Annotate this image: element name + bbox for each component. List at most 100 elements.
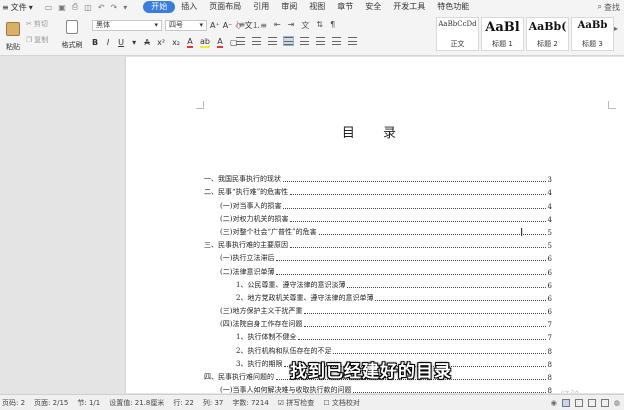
- status-page-no: 页码: 2: [2, 398, 26, 407]
- chevron-down-icon[interactable]: ▾: [131, 38, 137, 47]
- borders-icon[interactable]: [348, 37, 357, 45]
- tab-insert[interactable]: 插入: [175, 1, 203, 13]
- toc-entry[interactable]: (二)对权力机关的损害 4: [204, 211, 552, 224]
- style-heading-3[interactable]: AaBb 标题 3: [571, 17, 614, 51]
- font-color-icon[interactable]: A: [187, 37, 194, 48]
- subscript-icon[interactable]: x₂: [172, 38, 180, 47]
- outline-view-icon[interactable]: [574, 398, 583, 407]
- format-painter-label: 格式刷: [61, 41, 83, 49]
- font-size-select[interactable]: 四号 ▾: [165, 20, 207, 31]
- tab-view[interactable]: 视图: [303, 1, 331, 13]
- distributed-icon[interactable]: [300, 37, 309, 45]
- tab-developer[interactable]: 开发工具: [387, 1, 431, 13]
- toc-entry[interactable]: (三)地方保护主义干扰严重 6: [204, 303, 552, 316]
- tab-page-layout[interactable]: 页面布局: [203, 1, 247, 13]
- text-color-icon[interactable]: A: [217, 37, 223, 48]
- toc-entry[interactable]: 二、民事“执行难”的危害性 4: [204, 184, 552, 197]
- tab-start[interactable]: 开始: [143, 1, 176, 13]
- style-normal[interactable]: AaBbCcDd 正文: [436, 17, 479, 51]
- font-size-value: 四号: [169, 21, 183, 29]
- superscript-icon[interactable]: x²: [157, 38, 165, 47]
- toc-entry[interactable]: (二)法律意识单薄 6: [204, 263, 552, 277]
- show-marks-icon[interactable]: ¶: [330, 20, 335, 31]
- status-pages: 页面: 2/15: [34, 398, 69, 407]
- tab-review[interactable]: 审阅: [275, 1, 303, 13]
- toc-entry[interactable]: (一)对当事人的损害 4: [204, 197, 552, 211]
- toc-entry[interactable]: (一)当事人如何解决难与收取执行款的问题 8: [204, 382, 552, 393]
- tab-references[interactable]: 引用: [247, 1, 275, 13]
- preview-icon[interactable]: ◫: [84, 3, 92, 12]
- align-center-icon[interactable]: [252, 37, 261, 45]
- tab-features[interactable]: 特色功能: [431, 1, 475, 13]
- style-heading-1[interactable]: AaBl 标题 1: [481, 17, 524, 51]
- numbering-icon[interactable]: ⒈≡: [252, 20, 267, 31]
- align-left-icon[interactable]: [236, 37, 245, 45]
- toc-entry[interactable]: (四)法院自身工作存在问题 7: [204, 316, 552, 329]
- toc-leader-dots: [304, 326, 546, 328]
- decrease-indent-icon[interactable]: ⇤: [274, 20, 281, 31]
- save-icon[interactable]: ▣: [58, 3, 66, 12]
- toc-leader-dots: [333, 352, 546, 354]
- spell-check-label: 拼写检查: [286, 398, 315, 407]
- status-row: 行: 22: [173, 398, 194, 407]
- redo-icon[interactable]: ↷: [111, 3, 118, 12]
- spell-check-button[interactable]: ☑ 拼写检查: [278, 398, 315, 408]
- eye-icon[interactable]: ◉: [551, 399, 557, 407]
- sort-icon[interactable]: ⇅: [316, 20, 323, 31]
- line-spacing-icon[interactable]: [316, 37, 325, 45]
- style-heading-2[interactable]: AaBb( 标题 2: [526, 17, 569, 51]
- underline-icon[interactable]: U: [118, 38, 124, 47]
- page-view-icon[interactable]: [561, 398, 570, 407]
- toc-entry-text: 1、公民尊重、遵守法律的意识淡薄: [236, 280, 346, 289]
- tab-security[interactable]: 安全: [359, 1, 387, 13]
- quick-access-toolbar: ▭ ▣ ⎙ ◫ ↶ ↷ ▾: [39, 2, 134, 12]
- bullets-icon[interactable]: ⁝≡: [236, 20, 245, 31]
- italic-icon[interactable]: I: [105, 38, 111, 47]
- globe-icon[interactable]: ◍: [614, 399, 620, 407]
- toc-entry[interactable]: 1、执行体制不健全 7: [204, 329, 552, 342]
- chevron-down-icon: ▾: [154, 21, 158, 29]
- undo-icon[interactable]: ↶: [98, 3, 105, 12]
- file-menu[interactable]: ≡ 文件 ▾: [0, 2, 39, 13]
- shrink-font-icon[interactable]: A⁻: [223, 21, 233, 30]
- toc-entry[interactable]: 2、地方党政机关尊重、遵守法律的意识单薄 6: [204, 290, 552, 303]
- copy-icon: ❐: [26, 36, 33, 44]
- toc-entry[interactable]: 一、我国民事执行的现状 3: [204, 171, 552, 184]
- reading-view-icon[interactable]: [600, 398, 609, 407]
- paste-button[interactable]: 粘贴: [0, 18, 26, 52]
- shading-icon[interactable]: [332, 37, 341, 45]
- justify-icon[interactable]: [283, 36, 294, 46]
- chevron-down-icon[interactable]: ▾: [123, 3, 127, 12]
- bold-icon[interactable]: B: [92, 38, 98, 47]
- toc-entry[interactable]: 2、执行机构和队伍存在的不足 8: [204, 342, 552, 356]
- format-painter-button[interactable]: 格式刷: [58, 18, 86, 50]
- tab-section[interactable]: 章节: [331, 1, 359, 13]
- new-doc-icon[interactable]: ▭: [45, 3, 53, 12]
- doc-proof-button[interactable]: ☐ 文档校对: [323, 398, 360, 408]
- increase-indent-icon[interactable]: ⇥: [288, 20, 295, 31]
- status-section: 节: 1/1: [77, 398, 101, 407]
- toc-leader-dots: [290, 220, 546, 222]
- strikethrough-icon[interactable]: A: [144, 38, 150, 47]
- font-name-select[interactable]: 黑体 ▾: [92, 20, 162, 31]
- document-page[interactable]: 目 录 一、我国民事执行的现状 3 二、民事“执行难”的危害性 4 (一)对当事人的损害…: [126, 57, 624, 393]
- toc-entry[interactable]: (一)执行立法滞后 6: [204, 250, 552, 263]
- grow-font-icon[interactable]: A⁺: [210, 21, 220, 30]
- search-button[interactable]: ⌕ 查找: [598, 2, 620, 13]
- toc-entry[interactable]: (三)对整个社会“广普性”的危害 5: [204, 224, 552, 237]
- video-caption: 找到已经建好的目录: [290, 362, 452, 382]
- web-view-icon[interactable]: [587, 398, 596, 407]
- status-col: 列: 37: [202, 398, 224, 407]
- print-icon[interactable]: ⎙: [72, 2, 78, 12]
- style-sample: AaBb(: [528, 20, 567, 33]
- search-icon: ⌕: [597, 2, 602, 11]
- toc-entry[interactable]: 1、公民尊重、遵守法律的意识淡薄 6: [204, 277, 552, 290]
- margin-mark: [196, 101, 204, 109]
- toc-leader-dots: [283, 207, 546, 209]
- toc-entry[interactable]: 三、民事执行难的主要原因 5: [204, 237, 552, 250]
- highlight-icon[interactable]: ab: [200, 37, 210, 48]
- chinese-layout-icon[interactable]: 文: [301, 20, 309, 31]
- align-right-icon[interactable]: [268, 37, 277, 45]
- status-word-count[interactable]: 字数: 7214: [232, 398, 268, 408]
- styles-more-icon[interactable]: ▸: [614, 24, 618, 33]
